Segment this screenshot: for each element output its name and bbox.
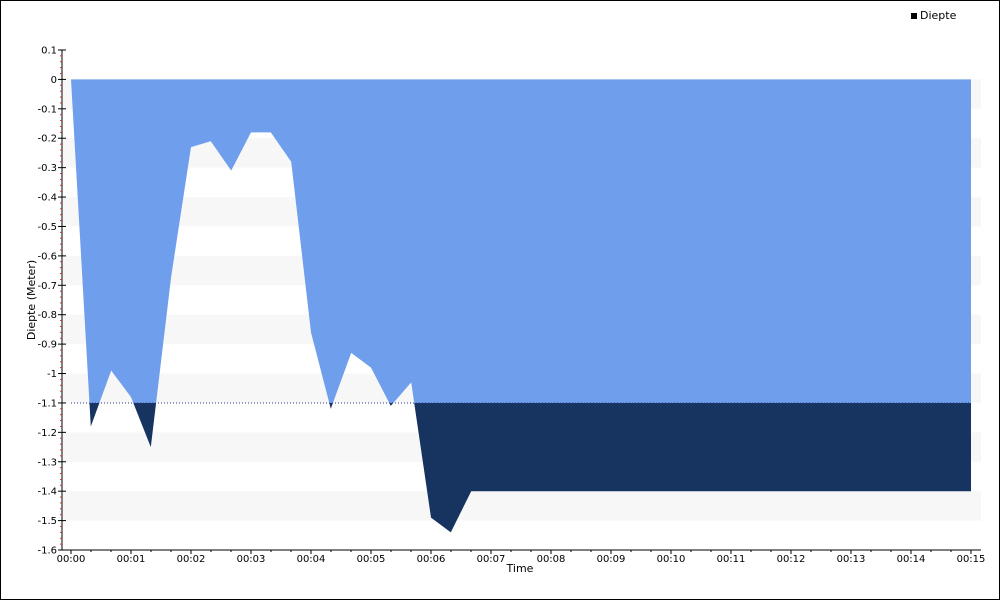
- x-tick-label: 00:14: [897, 554, 926, 565]
- y-tick-label: -0.7: [37, 281, 57, 292]
- y-tick-label: -0.4: [37, 193, 57, 204]
- y-tick-label: -1.2: [37, 428, 57, 439]
- grid-band: [63, 491, 981, 521]
- x-axis-title: Time: [506, 562, 534, 575]
- x-tick-label: 00:15: [957, 554, 986, 565]
- y-tick-label: -0.5: [37, 222, 57, 233]
- x-tick-label: 00:13: [837, 554, 866, 565]
- x-tick-label: 00:07: [477, 554, 506, 565]
- y-tick-label: -0.1: [37, 104, 57, 115]
- x-tick-label: 00:01: [117, 554, 146, 565]
- x-tick-label: 00:05: [357, 554, 386, 565]
- x-tick-label: 00:04: [297, 554, 326, 565]
- x-tick-label: 00:08: [537, 554, 566, 565]
- y-tick-label: -0.8: [37, 310, 57, 321]
- x-tick-label: 00:12: [777, 554, 806, 565]
- y-tick-label: 0: [51, 75, 57, 86]
- depth-chart: 0.1 0 -0.1 -0.2 -0.3 -0.4 -0.5 -0.6 -0.7 -0.8 -0.9…: [25, 46, 986, 576]
- y-tick-label: -1.1: [37, 398, 57, 409]
- y-tick-label: -0.6: [37, 251, 57, 262]
- y-tick-label: -1.4: [37, 487, 57, 498]
- legend-label: Diepte: [920, 9, 957, 22]
- y-axis-title: Diepte (Meter): [25, 260, 38, 340]
- x-tick-label: 00:10: [657, 554, 686, 565]
- chart-frame: 0.1 0 -0.1 -0.2 -0.3 -0.4 -0.5 -0.6 -0.7 -0.8 -0.9…: [0, 0, 1000, 600]
- y-tick-label: -1.6: [37, 546, 57, 557]
- x-tick-label: 00:09: [597, 554, 626, 565]
- y-tick-label: -1.3: [37, 457, 57, 468]
- y-tick-label: -0.2: [37, 134, 57, 145]
- y-tick-label: 0.1: [41, 46, 57, 57]
- legend: Diepte: [911, 9, 956, 22]
- x-tick-label: 00:00: [57, 554, 86, 565]
- x-tick-label: 00:06: [417, 554, 446, 565]
- x-tick-label: 00:11: [717, 554, 746, 565]
- y-tick-label: -1: [47, 369, 57, 380]
- legend-swatch: [911, 12, 917, 19]
- y-tick-label: -0.3: [37, 163, 57, 174]
- y-tick-label: -1.5: [37, 516, 57, 527]
- x-tick-label: 00:03: [237, 554, 266, 565]
- x-tick-label: 00:02: [177, 554, 206, 565]
- y-tick-label: -0.9: [37, 340, 57, 351]
